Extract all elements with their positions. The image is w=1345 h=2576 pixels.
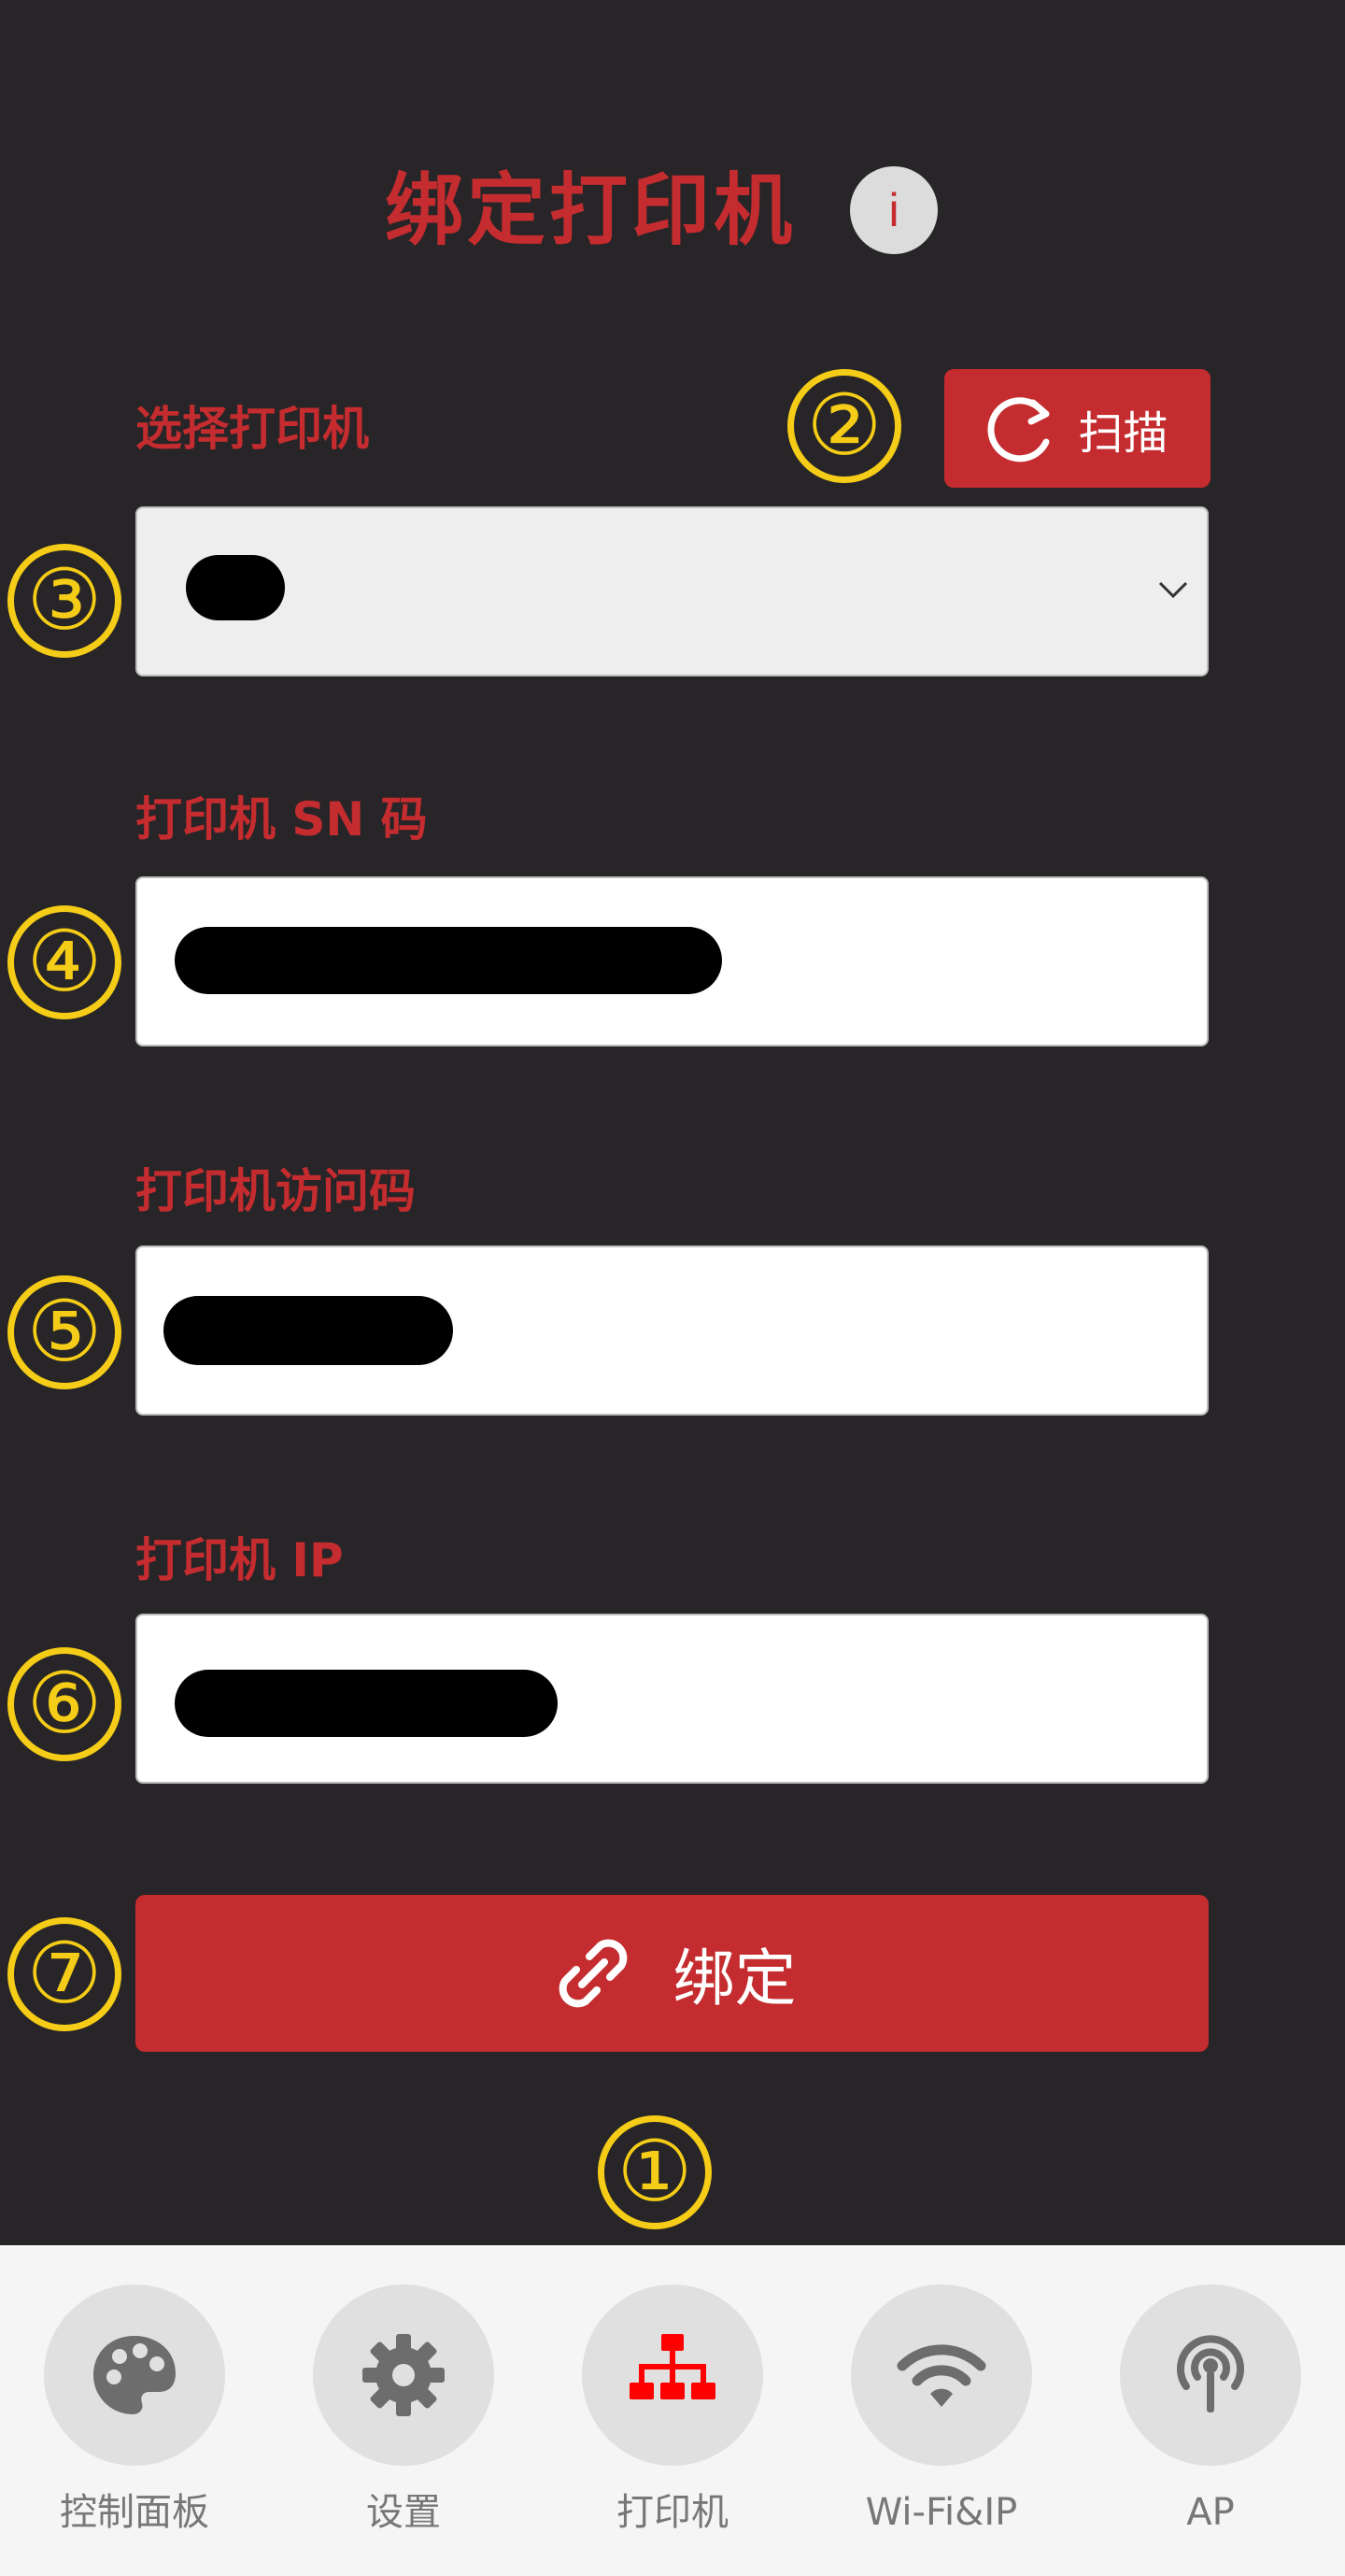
sn-input[interactable]	[135, 876, 1209, 1046]
nav-label: 打印机	[616, 2491, 729, 2534]
nav-item-ap[interactable]: AP	[1098, 2284, 1323, 2540]
sitemap-icon	[630, 2334, 715, 2399]
marker-5: ⑤	[7, 1275, 121, 1389]
printer-select[interactable]	[135, 506, 1209, 676]
wifi-icon	[897, 2344, 986, 2407]
access-code-input[interactable]	[135, 1245, 1209, 1416]
marker-2: ②	[787, 369, 901, 483]
redacted-value	[175, 927, 722, 994]
nav-item-settings[interactable]: 设置	[291, 2284, 516, 2540]
select-printer-label: 选择打印机	[135, 402, 369, 456]
scan-button-label: 扫描	[1078, 406, 1168, 460]
nav-label: 控制面板	[60, 2491, 209, 2534]
nav-item-printer[interactable]: 打印机	[560, 2284, 785, 2540]
bottom-nav: 控制面板 设置 打印机 Wi-Fi&IP AP	[0, 2245, 1345, 2576]
marker-6: ⑥	[7, 1647, 121, 1761]
info-icon: i	[888, 184, 899, 236]
marker-4: ④	[7, 905, 121, 1019]
nav-label: AP	[1186, 2491, 1235, 2534]
redacted-value	[186, 555, 285, 620]
access-code-label: 打印机访问码	[135, 1164, 416, 1218]
marker-3: ③	[7, 544, 121, 658]
nav-label: Wi-Fi&IP	[865, 2491, 1018, 2534]
gear-icon	[362, 2334, 445, 2416]
link-icon	[559, 1939, 627, 2008]
scan-button[interactable]: 扫描	[944, 369, 1210, 488]
page-title: 绑定打印机	[384, 164, 796, 256]
nav-item-wifi[interactable]: Wi-Fi&IP	[829, 2284, 1054, 2540]
palette-icon	[93, 2336, 176, 2414]
chevron-down-icon	[1158, 581, 1188, 599]
bind-button[interactable]: 绑定	[135, 1895, 1209, 2052]
nav-item-control-panel[interactable]: 控制面板	[22, 2284, 247, 2540]
ip-input[interactable]	[135, 1614, 1209, 1784]
redacted-value	[163, 1296, 453, 1365]
redacted-value	[175, 1670, 558, 1737]
marker-1: ①	[598, 2115, 712, 2229]
info-button[interactable]: i	[850, 166, 938, 254]
marker-7: ⑦	[7, 1917, 121, 2031]
bind-button-label: 绑定	[672, 1943, 797, 2014]
antenna-icon	[1177, 2335, 1244, 2412]
ip-label: 打印机 IP	[135, 1533, 344, 1587]
refresh-icon	[988, 396, 1050, 462]
nav-label: 设置	[366, 2491, 441, 2534]
sn-label: 打印机 SN 码	[135, 792, 428, 847]
